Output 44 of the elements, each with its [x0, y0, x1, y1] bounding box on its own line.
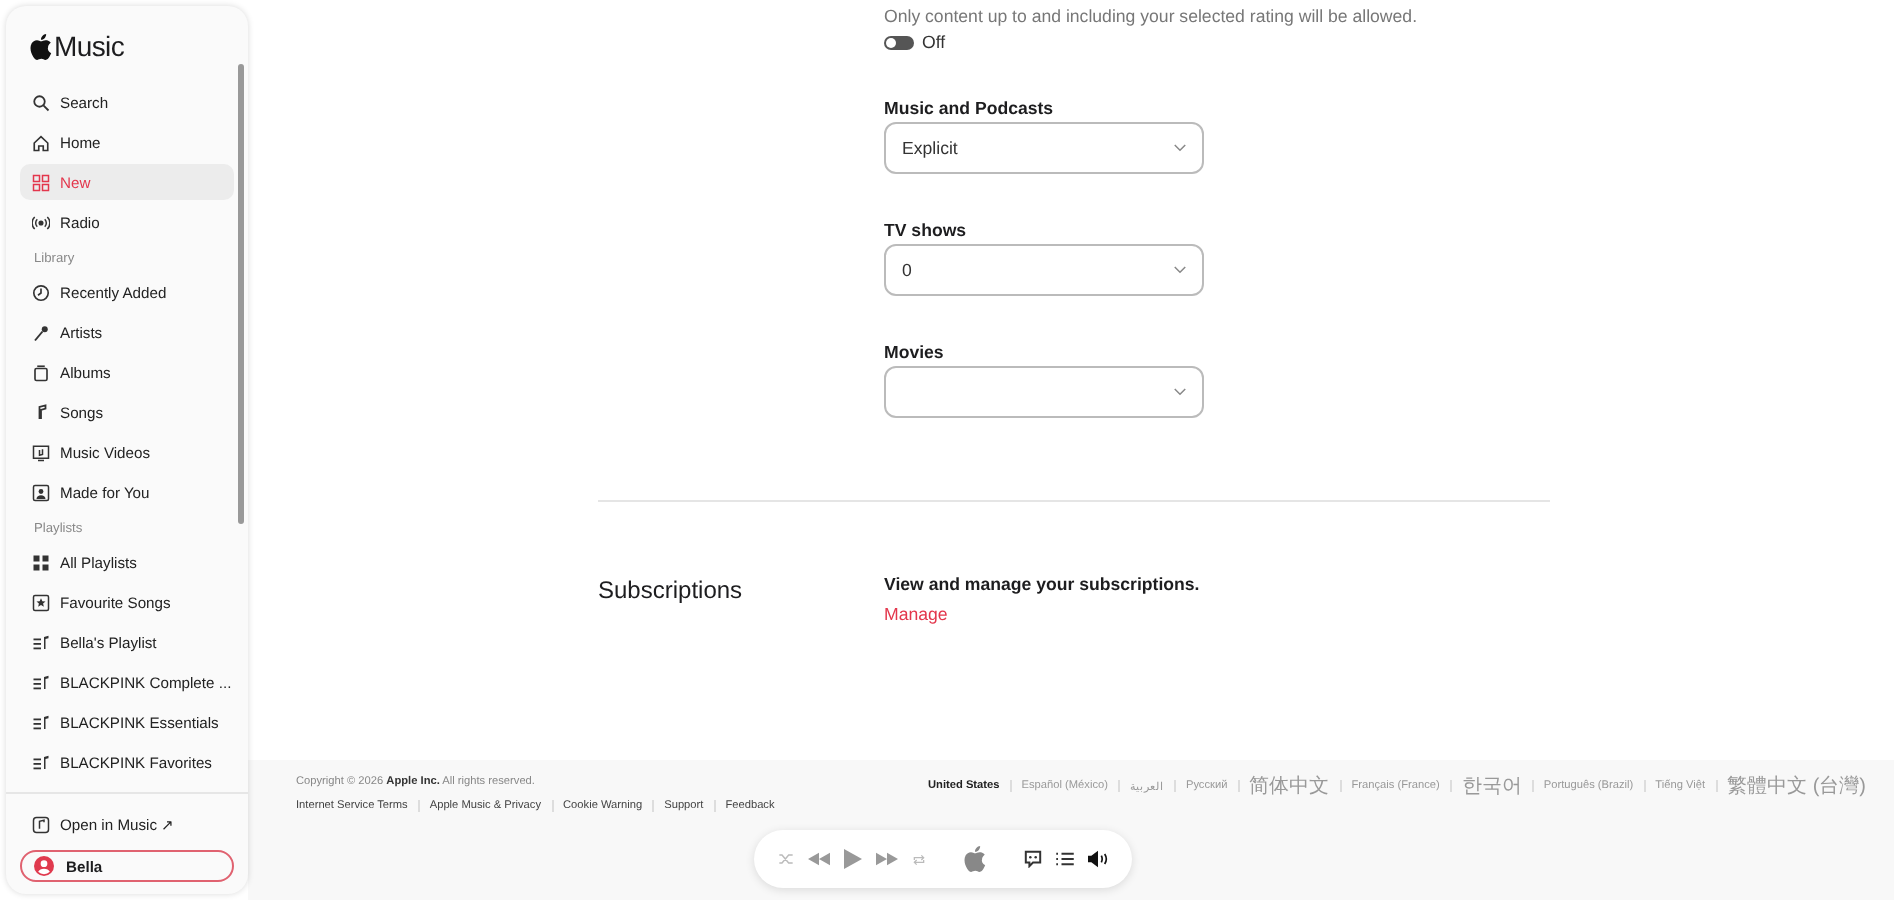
dropdown-field[interactable]: 0	[884, 244, 1204, 296]
apple-logo-icon	[964, 846, 986, 872]
star-icon	[32, 593, 50, 611]
scrollbar[interactable]	[238, 64, 244, 524]
dropdown-field[interactable]	[884, 366, 1204, 418]
grid-icon	[32, 173, 50, 191]
next-icon[interactable]	[876, 852, 898, 866]
chevron-down-icon	[1174, 388, 1186, 396]
playlist-icon	[32, 633, 50, 651]
manage-link[interactable]: Manage	[884, 604, 948, 624]
playlist-icon	[32, 753, 50, 771]
description-text: Only content up to and including your selected rating will be allowed.	[884, 6, 1420, 26]
playlist-icon	[32, 673, 50, 691]
chevron-down-icon	[1174, 266, 1186, 274]
description-text: View and manage your subscriptions.	[884, 574, 1202, 594]
tv-icon	[32, 443, 50, 461]
music-app-icon	[32, 815, 50, 833]
play-icon[interactable]	[844, 848, 862, 870]
radio-waves-icon	[32, 213, 50, 231]
field-label: Movies	[884, 342, 946, 362]
volume-icon[interactable]	[1088, 850, 1108, 868]
grid-icon	[32, 553, 50, 571]
album-icon	[32, 363, 50, 381]
search-icon	[32, 93, 50, 111]
shuffle-icon[interactable]	[778, 852, 794, 866]
app-title: Music	[54, 30, 125, 62]
apple-logo-icon	[30, 33, 52, 59]
list-icon[interactable]	[1056, 852, 1074, 866]
previous-icon[interactable]	[808, 852, 830, 866]
microphone-icon	[32, 323, 50, 341]
playlist-icon	[32, 713, 50, 731]
clock-icon	[32, 283, 50, 301]
chevron-down-icon	[1174, 144, 1186, 152]
field-label: Music and Podcasts	[884, 98, 1056, 118]
dropdown-field[interactable]: Explicit	[884, 122, 1204, 174]
toggle-switch[interactable]	[884, 35, 914, 49]
avatar-icon	[34, 856, 54, 876]
speech-bubble-icon[interactable]	[1024, 850, 1042, 868]
section-title: Subscriptions	[598, 576, 743, 604]
person-square-icon	[32, 483, 50, 501]
home-icon	[32, 133, 50, 151]
repeat-icon[interactable]	[912, 853, 926, 865]
toggle-label: Off	[922, 32, 946, 52]
field-label: TV shows	[884, 220, 969, 240]
